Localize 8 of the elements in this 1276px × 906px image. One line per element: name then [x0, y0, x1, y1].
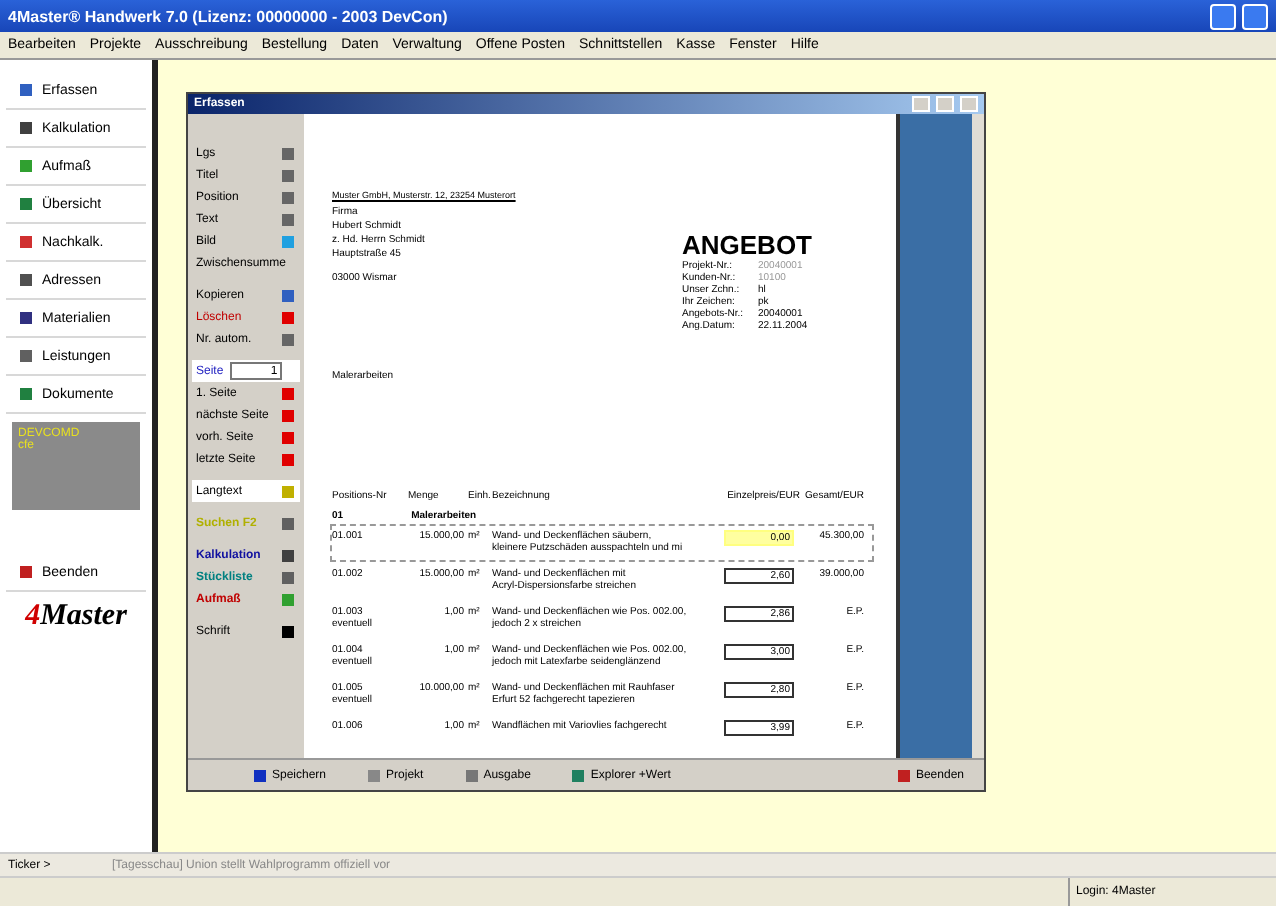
minimize-button[interactable]: [1210, 3, 1236, 29]
window-title: 4Master® Handwerk 7.0 (Lizenz: 00000000 - 2003 DevCon): [8, 7, 450, 25]
maximize-button[interactable]: [936, 96, 954, 112]
scrollbar[interactable]: [972, 114, 984, 758]
close-button[interactable]: [960, 96, 978, 112]
logo: 4Master: [25, 600, 127, 634]
document-heading: ANGEBOT: [682, 230, 812, 260]
restore-button[interactable]: [1242, 3, 1268, 29]
